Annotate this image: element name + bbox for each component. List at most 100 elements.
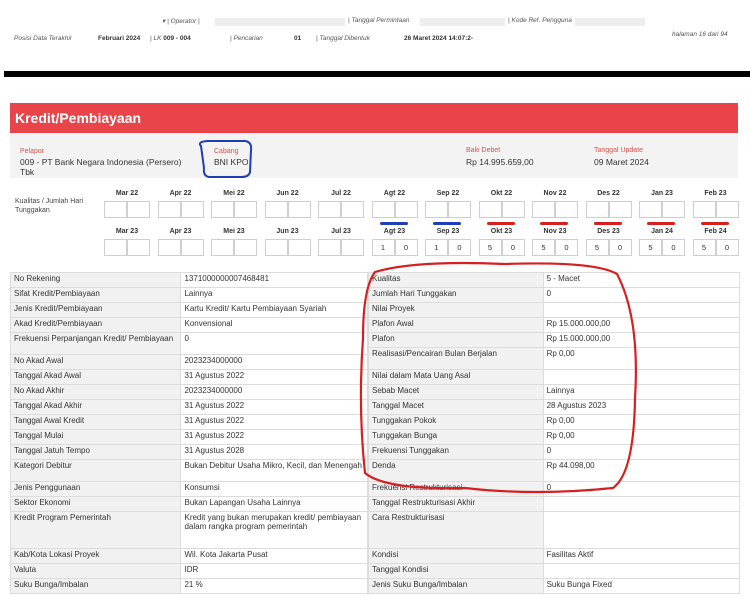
hari-cell	[555, 201, 578, 218]
field-label: Valuta	[9, 563, 182, 579]
redacted-kode	[575, 18, 645, 26]
month-label: Jan 23	[651, 190, 673, 197]
kualitas-cell	[478, 201, 502, 218]
header-posisi: Posisi Data Terakhir	[14, 35, 72, 42]
field-value: 31 Agustus 2028	[180, 444, 368, 460]
field-value: Kredit yang bukan merupakan kredit/ pemb…	[180, 511, 368, 549]
header-pencarian: | Pencarian	[230, 35, 263, 42]
month-label: Jun 23	[276, 228, 299, 235]
hari-cell: 0	[394, 239, 418, 256]
table-row: Akad Kredit/Pembiayaan Konvensional	[9, 317, 368, 333]
divider-bar	[4, 71, 750, 77]
month-label: Des 23	[597, 228, 620, 235]
table-row: Jenis Penggunaan Konsumsi	[9, 481, 368, 497]
field-label: Kondisi	[368, 548, 544, 564]
month-label: Nov 23	[543, 228, 567, 235]
kualitas-cell	[157, 239, 181, 256]
red-highlight	[359, 261, 637, 494]
month-label: Sep 22	[436, 190, 460, 197]
kualitas-cell	[264, 239, 288, 256]
kualitas-cell	[425, 201, 448, 218]
month-label: Mar 22	[115, 190, 139, 197]
table-row: Cara Restrukturisasi	[368, 511, 741, 549]
kualitas-cell: 1	[425, 239, 448, 256]
redacted-operator	[215, 18, 345, 26]
table-row: Frekuensi Perpanjangan Kredit/ Pembiayaa…	[9, 332, 368, 355]
kualitas-cell: 5	[532, 239, 555, 256]
field-label: Tanggal Awal Kredit	[9, 414, 182, 430]
table-row: Tanggal Akad Akhir 31 Agustus 2022	[9, 399, 368, 415]
annotation-underline	[700, 222, 729, 225]
hari-cell	[287, 239, 311, 256]
table-row: No Akad Awal 2023234000000	[9, 354, 368, 370]
field-value: 31 Agustus 2022	[180, 414, 368, 430]
hari-cell	[180, 201, 204, 218]
kualitas-cell	[318, 239, 341, 256]
kualitas-cell	[318, 201, 341, 218]
month-label: Jun 22	[276, 190, 299, 197]
table-row: Jenis Suku Bunga/Imbalan Suku Bunga Fixed	[368, 578, 741, 594]
header-operator: ▾ | Operator |	[162, 18, 200, 25]
month-label: Apr 23	[169, 228, 192, 235]
field-value: 31 Agustus 2022	[180, 429, 368, 445]
pelapor-value-2: Tbk	[20, 167, 35, 177]
field-value	[542, 511, 741, 549]
hari-cell	[448, 201, 471, 218]
header-tanggal-dibentuk: | Tanggal Dibentuk	[316, 35, 370, 42]
field-value: 31 Agustus 2022	[180, 369, 368, 385]
month-label: Nov 22	[543, 190, 567, 197]
field-label: Kategori Debitur	[9, 459, 182, 482]
hari-cell: 0	[608, 239, 632, 256]
annotation-underline	[593, 222, 622, 225]
field-value: Konsumsi	[180, 481, 368, 497]
field-label: Sektor Ekonomi	[9, 496, 182, 512]
tanggal-update-value: 09 Maret 2024	[594, 157, 649, 167]
table-row: Tanggal Kondisi	[368, 563, 741, 579]
header-kode-ref: | Kode Ref. Pengguna	[508, 17, 572, 24]
pelapor-value: 009 - PT Bank Negara Indonesia (Persero)	[20, 157, 182, 167]
kualitas-cell	[692, 201, 716, 218]
kualitas-cell	[639, 201, 662, 218]
hari-cell: 0	[448, 239, 471, 256]
table-row: No Akad Akhir 2023234000000	[9, 384, 368, 400]
page-indicator: halaman 16 dari 94	[672, 31, 728, 38]
hari-cell	[608, 201, 632, 218]
month-label: Feb 23	[704, 190, 727, 197]
table-row: Tanggal Akad Awal 31 Agustus 2022	[9, 369, 368, 385]
field-value: Konvensional	[180, 317, 368, 333]
kualitas-cell: 5	[692, 239, 716, 256]
hari-cell	[127, 239, 150, 256]
field-label: No Rekening	[9, 272, 182, 288]
field-value: 31 Agustus 2022	[180, 399, 368, 415]
table-row: Kab/Kota Lokasi Proyek Wil. Kota Jakarta …	[9, 548, 368, 564]
hari-cell: 0	[501, 239, 525, 256]
field-value: Bukan Lapangan Usaha Lainnya	[180, 496, 368, 512]
kualitas-cell: 5	[639, 239, 662, 256]
table-row: Kredit Program Pemerintah Kredit yang buk…	[9, 511, 368, 549]
field-label: Tanggal Kondisi	[368, 563, 544, 579]
hari-cell	[394, 201, 418, 218]
hari-cell	[234, 201, 257, 218]
field-value: Wil. Kota Jakarta Pusat	[180, 548, 368, 564]
month-label: Agt 23	[383, 228, 406, 235]
hari-cell	[341, 201, 364, 218]
annotation-underline	[433, 222, 461, 225]
table-row: Sektor Ekonomi Bukan Lapangan Usaha Lainn…	[9, 496, 368, 512]
hari-cell: 0	[662, 239, 685, 256]
hari-cell	[715, 201, 739, 218]
kualitas-cell	[104, 239, 127, 256]
hari-cell	[127, 201, 150, 218]
kualitas-cell	[211, 239, 234, 256]
field-label: Jenis Kredit/Pembiayaan	[9, 302, 182, 318]
pelapor-label: Pelapor	[20, 148, 45, 155]
hari-cell: 0	[555, 239, 578, 256]
field-value: IDR	[180, 563, 368, 579]
field-label: Kab/Kota Lokasi Proyek	[9, 548, 182, 564]
field-value: Bukan Debitur Usaha Mikro, Kecil, dan Me…	[180, 459, 368, 482]
baki-debet-value: Rp 14.995.659,00	[466, 157, 534, 167]
field-label: Sifat Kredit/Pembiayaan	[9, 287, 182, 303]
month-label: Mar 23	[115, 228, 139, 235]
cabang-highlight	[198, 140, 253, 178]
table-row: No Rekening 1371000000007468481	[9, 272, 368, 288]
hari-cell: 0	[715, 239, 739, 256]
